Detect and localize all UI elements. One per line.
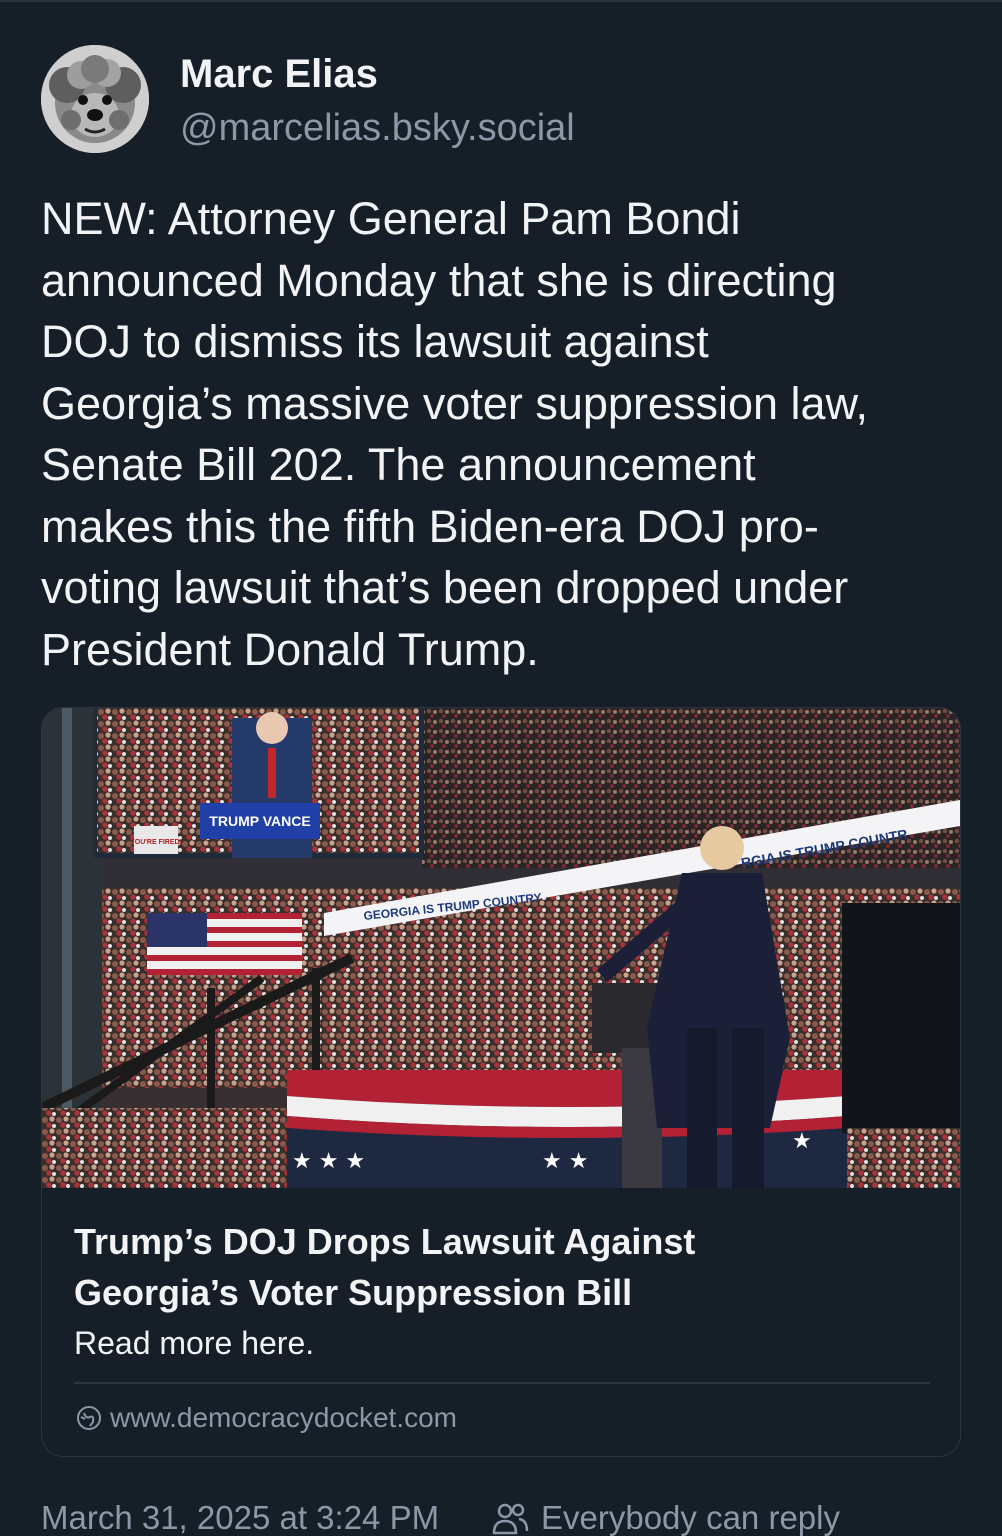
link-preview-image: TRUMP VANCE YOU'RE FIRED! GEORGIA IS TRU… [42, 708, 960, 1188]
author-display-name[interactable]: Marc Elias [180, 50, 378, 98]
link-preview-card[interactable]: TRUMP VANCE YOU'RE FIRED! GEORGIA IS TRU… [41, 707, 961, 1457]
american-flag [147, 913, 302, 975]
author-avatar[interactable] [41, 45, 149, 153]
post-text-line: Senate Bill 202. The announcement [41, 439, 756, 490]
post-text-line: DOJ to dismiss its lawsuit against [41, 316, 709, 367]
link-card-title-line: Georgia’s Voter Suppression Bill [74, 1272, 633, 1313]
link-card-domain[interactable]: www.democracydocket.com [110, 1399, 457, 1437]
post-text-line: makes this the fifth Biden-era DOJ pro- [41, 500, 819, 552]
dog-avatar-icon [41, 45, 149, 153]
fired-sign-text: YOU'RE FIRED! [130, 839, 182, 846]
author-handle[interactable]: @marcelias.bsky.social [180, 105, 575, 151]
post-text-line: Georgia’s massive voter suppression law, [41, 377, 869, 429]
link-card-description: Read more here. [74, 1325, 315, 1361]
post-text: NEW: Attorney General Pam Bondi announce… [41, 188, 971, 680]
svg-text:★ ★ ★: ★ ★ ★ [292, 1149, 365, 1174]
link-card-title[interactable]: Trump’s DOJ Drops Lawsuit Against Georgi… [74, 1216, 934, 1318]
post-text-line: NEW: Attorney General Pam Bondi [41, 193, 741, 244]
top-divider [0, 0, 1002, 2]
screen-sign-text: TRUMP VANCE [209, 813, 310, 829]
svg-text:★ ★: ★ ★ [542, 1149, 588, 1174]
post-text-line: announced Monday that she is directing [41, 254, 837, 306]
svg-text:★: ★ [792, 1129, 812, 1154]
post-text-line: voting lawsuit that’s been dropped under [41, 562, 849, 613]
people-icon [492, 1503, 529, 1535]
post-timestamp: March 31, 2025 at 3:24 PM [41, 1499, 440, 1536]
link-card-divider [74, 1382, 930, 1384]
post-text-line: President Donald Trump. [41, 623, 539, 675]
globe-icon [77, 1406, 101, 1430]
link-card-title-line: Trump’s DOJ Drops Lawsuit Against [74, 1221, 696, 1262]
reply-setting[interactable]: Everybody can reply [541, 1496, 840, 1536]
